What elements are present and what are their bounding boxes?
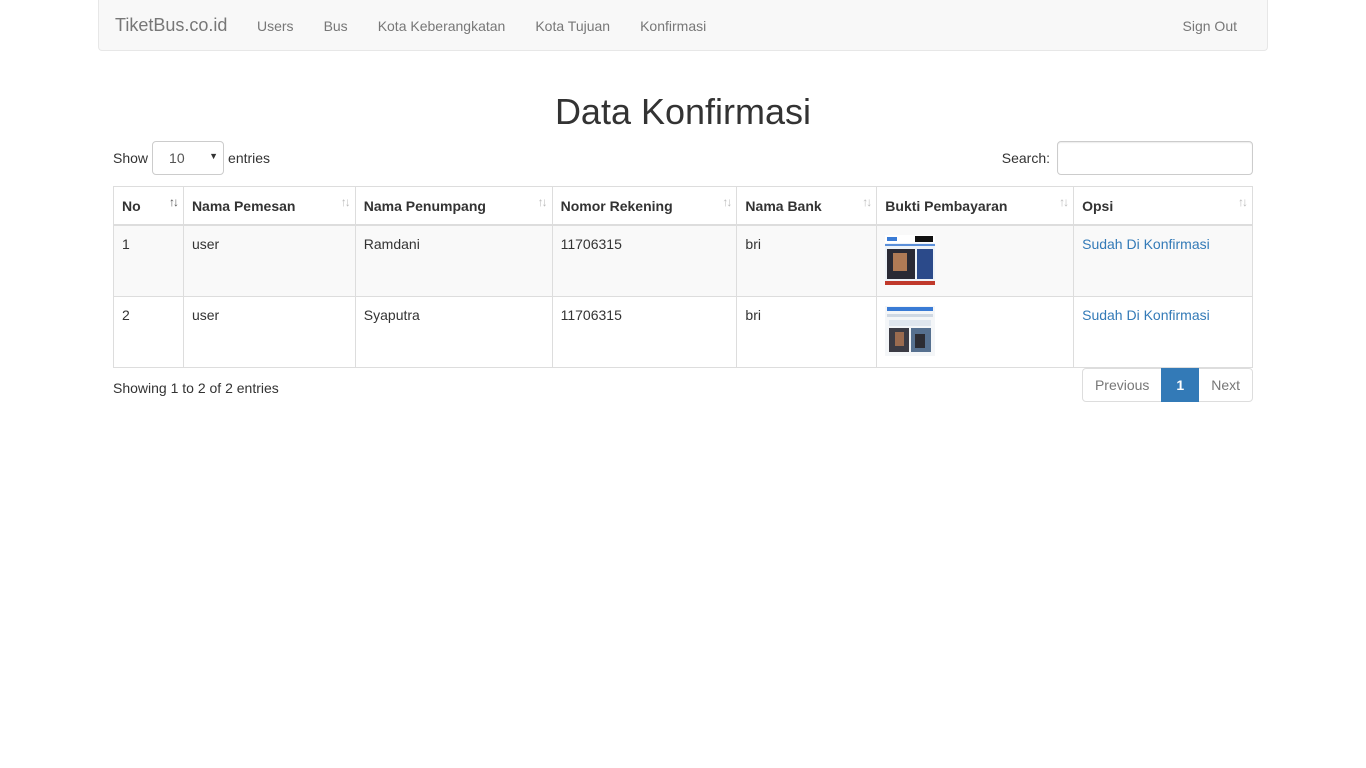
column-header-nomor-rekening[interactable]: Nomor Rekening ↑↓ <box>551 186 738 226</box>
nav-kota-tujuan[interactable]: Kota Tujuan <box>520 0 625 50</box>
nav-users[interactable]: Users <box>242 0 309 50</box>
entries-select[interactable]: 10 <box>152 141 225 175</box>
navbar: TiketBus.co.id Users Bus Kota Keberangka… <box>98 0 1268 51</box>
confirmed-link[interactable]: Sudah Di Konfirmasi <box>1082 307 1210 323</box>
sort-icon: ↑↓ <box>537 195 548 209</box>
entries-label: entries <box>228 150 271 166</box>
nav-kota-keberangkatan[interactable]: Kota Keberangkatan <box>363 0 521 50</box>
cell-nama-penumpang: Syaputra <box>354 296 553 368</box>
cell-nama-penumpang: Ramdani <box>354 224 553 297</box>
confirmed-link[interactable]: Sudah Di Konfirmasi <box>1082 236 1210 252</box>
cell-bukti-pembayaran <box>876 296 1075 368</box>
cell-opsi: Sudah Di Konfirmasi <box>1073 224 1253 297</box>
payment-proof-thumbnail[interactable] <box>885 306 936 356</box>
cell-no: 2 <box>113 296 184 368</box>
sort-icon: ↑↓ <box>1238 195 1248 209</box>
page-title: Data Konfirmasi <box>554 91 812 132</box>
nav-menu: Users Bus Kota Keberangkatan Kota Tujuan… <box>242 0 721 50</box>
cell-no: 1 <box>113 224 184 297</box>
entries-length-control: Show 10 ▼ entries <box>113 141 270 175</box>
cell-nama-bank: bri <box>736 296 878 368</box>
search-input[interactable] <box>1057 141 1253 175</box>
table-info: Showing 1 to 2 of 2 entries <box>113 380 279 396</box>
column-header-nama-pemesan[interactable]: Nama Pemesan ↑↓ <box>182 186 356 226</box>
nav-konfirmasi[interactable]: Konfirmasi <box>625 0 721 50</box>
table-row: 2 user Syaputra 11706315 bri Sudah Di Ko… <box>113 296 1253 368</box>
sort-icon: ↑↓ <box>340 195 351 209</box>
cell-bukti-pembayaran <box>876 224 1075 297</box>
cell-nama-bank: bri <box>736 224 878 297</box>
column-header-bukti-pembayaran[interactable]: Bukti Pembayaran ↑↓ <box>876 186 1075 226</box>
payment-proof-thumbnail[interactable] <box>885 235 936 285</box>
sort-icon: ↑↓ <box>722 195 732 209</box>
sign-out-link[interactable]: Sign Out <box>1168 0 1252 52</box>
table-row: 1 user Ramdani 11706315 bri Sudah Di Kon… <box>113 224 1253 297</box>
column-header-nama-bank[interactable]: Nama Bank ↑↓ <box>736 186 878 226</box>
nav-bus[interactable]: Bus <box>309 0 363 50</box>
confirmation-table: No ↑↓ Nama Pemesan ↑↓ Nama Penumpang ↑↓ Nom… <box>113 186 1253 368</box>
previous-page-button[interactable]: Previous <box>1081 368 1163 402</box>
column-header-no[interactable]: No ↑↓ <box>113 186 184 226</box>
show-label: Show <box>113 150 149 166</box>
brand-link[interactable]: TiketBus.co.id <box>115 15 227 36</box>
search-label: Search: <box>1001 150 1050 166</box>
sort-asc-icon: ↑↓ <box>168 195 179 209</box>
cell-nama-pemesan: user <box>182 224 356 297</box>
sort-icon: ↑↓ <box>1059 195 1069 209</box>
next-page-button[interactable]: Next <box>1198 368 1253 402</box>
column-header-nama-penumpang[interactable]: Nama Penumpang ↑↓ <box>354 186 553 226</box>
sort-icon: ↑↓ <box>862 195 872 209</box>
search-control: Search: <box>1002 141 1253 175</box>
cell-nomor-rekening: 11706315 <box>551 296 738 368</box>
column-header-opsi[interactable]: Opsi ↑↓ <box>1073 186 1253 226</box>
pagination: Previous 1 Next <box>1081 368 1253 402</box>
cell-nomor-rekening: 11706315 <box>551 224 738 297</box>
cell-nama-pemesan: user <box>182 296 356 368</box>
page-1-button[interactable]: 1 <box>1161 368 1200 402</box>
table-header-row: No ↑↓ Nama Pemesan ↑↓ Nama Penumpang ↑↓ Nom… <box>113 186 1253 226</box>
cell-opsi: Sudah Di Konfirmasi <box>1073 296 1253 368</box>
